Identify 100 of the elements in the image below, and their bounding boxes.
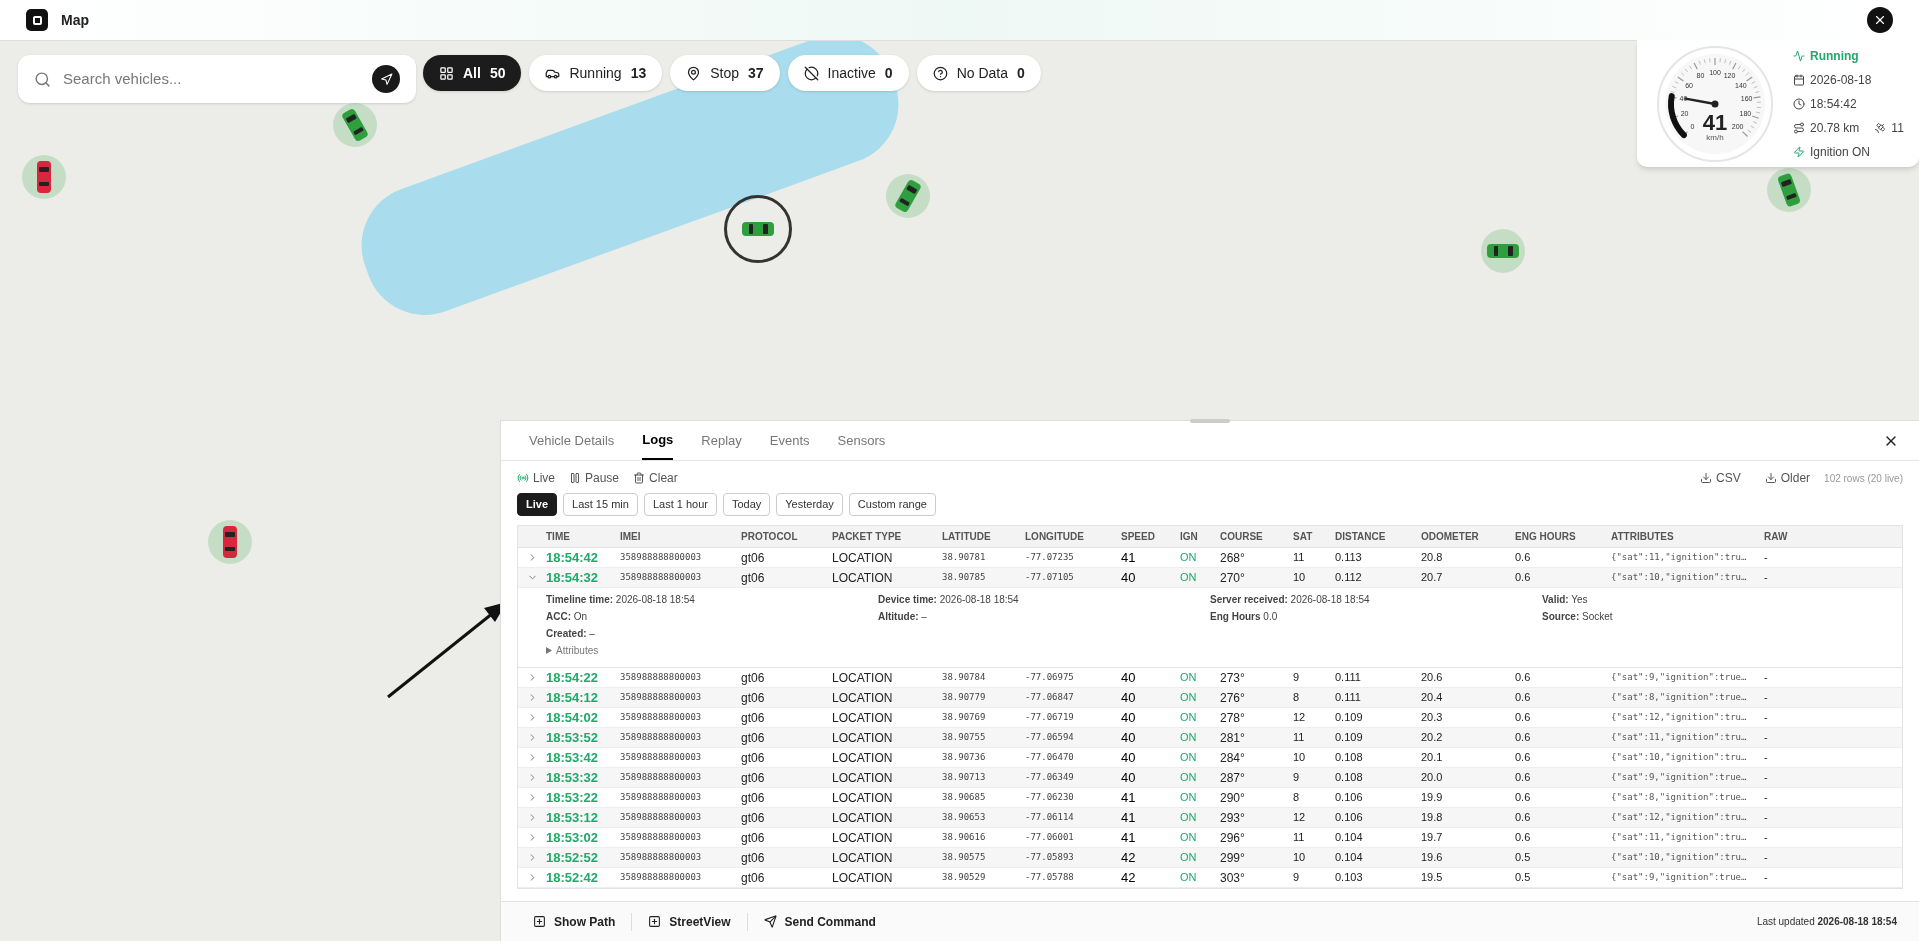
last-date: 2026-08-18 <box>1810 71 1872 89</box>
range-button[interactable]: Today <box>722 493 771 516</box>
table-cell-text: 284° <box>1220 749 1246 767</box>
table-cell-text: 18:53:32 <box>546 768 600 787</box>
footer-button[interactable]: Show Path <box>523 912 626 931</box>
table-cell-text: - <box>1764 830 1769 846</box>
caret-right-icon <box>546 647 552 654</box>
range-button[interactable]: Yesterday <box>776 493 843 516</box>
log-row[interactable]: 18:54:12 358988888800003 gt06 LOCATION 38.90779 -77.06847 40 ON 276° 8 0.111 20.4 0.6 {"sat":8,"ignition":true… - <box>518 688 1902 708</box>
table-cell-text: 40 <box>1121 568 1137 587</box>
locate-button[interactable] <box>372 65 400 93</box>
table-cell-text: 268° <box>1220 549 1246 567</box>
car-marker-icon[interactable] <box>340 107 370 143</box>
table-cell-text: 38.90779 <box>942 690 987 704</box>
drag-handle[interactable] <box>1190 419 1230 423</box>
table-cell-text: 38.90781 <box>942 550 987 564</box>
table-cell-text: 358988888800003 <box>620 730 703 744</box>
log-row[interactable]: 18:53:32 358988888800003 gt06 LOCATION 38.90713 -77.06349 40 ON 287° 9 0.108 20.0 0.6 {"sat":9,"ignition":true… - <box>518 768 1902 788</box>
column-header: IMEI <box>620 530 642 544</box>
status-filter-chip[interactable]: Inactive 0 <box>787 55 909 91</box>
table-cell-text: 358988888800003 <box>620 550 703 564</box>
close-button[interactable] <box>1867 7 1893 33</box>
car-marker-icon[interactable] <box>893 178 923 214</box>
table-cell-text: 38.90616 <box>942 830 987 844</box>
panel-tab[interactable]: Vehicle Details <box>529 421 615 460</box>
table-cell-text: {"sat":11,"ignition":tru… <box>1611 550 1748 564</box>
status-filter-chip[interactable]: Running 13 <box>529 55 663 91</box>
table-cell-text: - <box>1764 790 1769 806</box>
table-cell-text: 20.6 <box>1421 670 1444 686</box>
table-cell-text: 296° <box>1220 829 1246 847</box>
live-button[interactable]: Live <box>517 469 555 487</box>
table-cell-text: -77.06230 <box>1025 790 1075 804</box>
status-filter-chip[interactable]: All 50 <box>423 55 522 91</box>
footer-button[interactable]: Send Command <box>753 912 886 931</box>
send-icon <box>763 915 777 928</box>
table-cell-text: -77.06847 <box>1025 690 1075 704</box>
clock-icon <box>1793 97 1805 110</box>
attributes-toggle[interactable]: Attributes <box>546 643 599 658</box>
table-cell-text: 18:53:02 <box>546 828 600 847</box>
log-row[interactable]: 18:52:52 358988888800003 gt06 LOCATION 38.90575 -77.05893 42 ON 299° 10 0.104 19.6 0.5 {"sat":10,"ignition":tru… - <box>518 848 1902 868</box>
table-cell-text: 290° <box>1220 789 1246 807</box>
table-cell-text: 20.7 <box>1421 570 1444 586</box>
table-cell-text: gt06 <box>741 829 766 847</box>
download-icon <box>1700 472 1713 484</box>
range-button[interactable]: Custom range <box>848 493 936 516</box>
range-button[interactable]: Live <box>517 493 557 516</box>
table-cell-text: 18:53:12 <box>546 808 600 827</box>
table-cell-text: - <box>1764 550 1769 566</box>
table-cell-text: {"sat":11,"ignition":tru… <box>1611 730 1748 744</box>
car-marker-icon[interactable] <box>1487 244 1519 258</box>
panel-tab[interactable]: Sensors <box>837 421 886 460</box>
table-cell-text: 0.111 <box>1335 690 1362 706</box>
search-input[interactable]: Search vehicles... <box>63 67 360 91</box>
table-cell-text: 40 <box>1121 748 1137 767</box>
range-button[interactable]: Last 15 min <box>563 493 638 516</box>
table-cell-text: 0.104 <box>1335 830 1364 846</box>
stop-filter-icon <box>686 65 702 81</box>
table-cell-text: 0.6 <box>1515 670 1532 686</box>
table-cell-text: 19.5 <box>1421 870 1444 886</box>
car-marker-icon[interactable] <box>223 526 237 558</box>
table-cell-text: 18:52:42 <box>546 868 600 887</box>
column-header: SAT <box>1293 530 1314 544</box>
table-cell-text: gt06 <box>741 669 766 687</box>
range-button[interactable]: Last 1 hour <box>643 493 717 516</box>
csv-button[interactable]: CSV <box>1700 469 1741 487</box>
panel-tab[interactable]: Events <box>769 421 810 460</box>
table-cell-text: 8 <box>1293 790 1301 806</box>
panel-tab[interactable]: Logs <box>642 421 674 460</box>
car-marker-icon[interactable] <box>1776 172 1802 208</box>
table-cell-text: 10 <box>1293 570 1307 586</box>
status-filter-chip[interactable]: Stop 37 <box>670 55 780 91</box>
log-row[interactable]: 18:53:52 358988888800003 gt06 LOCATION 38.90755 -77.06594 40 ON 281° 11 0.109 20.2 0.6 {"sat":11,"ignition":tru… - <box>518 728 1902 748</box>
pause-icon <box>569 472 581 484</box>
table-cell-text: -77.07105 <box>1025 570 1075 584</box>
table-cell-text: 0.109 <box>1335 710 1364 726</box>
clear-button[interactable]: Clear <box>633 469 678 487</box>
table-cell-text: 358988888800003 <box>620 870 703 884</box>
table-cell-text: 358988888800003 <box>620 790 703 804</box>
table-cell-text: - <box>1764 690 1769 706</box>
footer-button[interactable]: StreetView <box>638 912 741 931</box>
table-cell-text: 0.108 <box>1335 750 1364 766</box>
table-cell-text: 40 <box>1121 768 1137 787</box>
table-cell-text: 358988888800003 <box>620 770 703 784</box>
table-cell-text: 19.8 <box>1421 810 1444 826</box>
column-header: DISTANCE <box>1335 530 1387 544</box>
table-cell-text: ON <box>1180 710 1198 726</box>
car-marker-icon[interactable] <box>37 161 51 193</box>
table-cell-text: 18:52:52 <box>546 848 600 867</box>
status-filter-chip[interactable]: No Data 0 <box>916 55 1041 91</box>
speed-value: 41 <box>1702 111 1728 134</box>
search-field[interactable]: Search vehicles... <box>18 55 416 103</box>
panel-tab[interactable]: Replay <box>701 421 742 460</box>
table-cell-text: 20.1 <box>1421 750 1444 766</box>
car-marker-icon[interactable] <box>742 222 774 236</box>
log-row[interactable]: 18:53:12 358988888800003 gt06 LOCATION 38.90653 -77.06114 41 ON 293° 12 0.106 19.8 0.6 {"sat":12,"ignition":tru… - <box>518 808 1902 828</box>
older-button[interactable]: Older <box>1764 469 1811 487</box>
inactive-filter-icon <box>803 65 819 81</box>
log-row[interactable]: 18:54:32 358988888800003 gt06 LOCATION 38.90785 -77.07105 40 ON 270° 10 0.112 20.7 0.6 {"sat":10,"ignition":tru… - <box>518 568 1902 588</box>
pause-button[interactable]: Pause <box>569 469 620 487</box>
table-cell-text: 18:54:12 <box>546 688 600 707</box>
